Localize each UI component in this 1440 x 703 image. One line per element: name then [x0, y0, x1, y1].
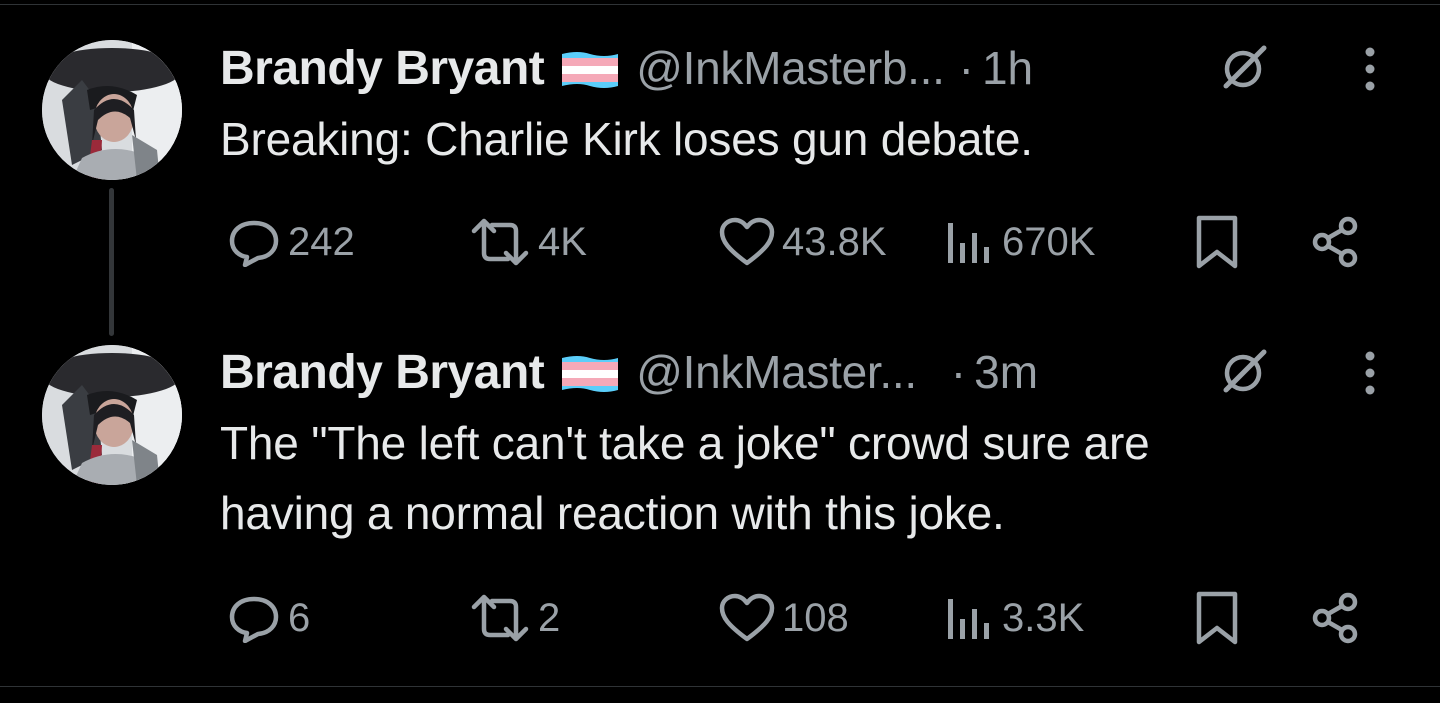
- more-vertical-icon[interactable]: [1360, 44, 1380, 94]
- like-count: 108: [782, 595, 849, 640]
- views-bar-icon: [948, 599, 989, 639]
- heart-icon: [719, 217, 775, 266]
- share-icon: [1312, 216, 1358, 268]
- timestamp[interactable]: 3m: [974, 345, 1038, 399]
- tweet-text-line: having a normal reaction with this joke.: [220, 487, 1005, 539]
- repost-icon: [471, 594, 529, 642]
- share-icon: [1312, 592, 1358, 644]
- top-divider: [0, 4, 1440, 5]
- like-button[interactable]: 108: [718, 588, 849, 648]
- reply-bubble-icon: [229, 596, 279, 643]
- transgender-flag-icon: [558, 50, 622, 90]
- bookmark-button[interactable]: [1194, 588, 1240, 648]
- grok-icon[interactable]: [1220, 346, 1270, 396]
- share-button[interactable]: [1310, 588, 1362, 648]
- tweet-text-line: Breaking: Charlie Kirk loses gun debate.: [220, 113, 1033, 165]
- tweet-actions: 6 2 108 3.3K: [0, 588, 1440, 648]
- display-name[interactable]: Brandy Bryant: [220, 345, 545, 400]
- reply-button[interactable]: 6: [226, 588, 310, 648]
- separator-dot: ·: [950, 346, 967, 398]
- view-count: 3.3K: [1002, 595, 1085, 640]
- views-bar-icon: [948, 223, 989, 263]
- reply-button[interactable]: 242: [226, 212, 355, 272]
- bookmark-button[interactable]: [1194, 212, 1240, 272]
- tweet-text-line: The "The left can't take a joke" crowd s…: [220, 417, 1150, 469]
- timestamp[interactable]: 1h: [982, 41, 1033, 95]
- bottom-divider: [0, 686, 1440, 687]
- view-count: 670K: [1002, 219, 1096, 264]
- display-name[interactable]: Brandy Bryant: [220, 41, 545, 96]
- tweet-header: Brandy Bryant @InkMasterb... · 1h: [220, 38, 1033, 98]
- share-button[interactable]: [1310, 212, 1362, 272]
- heart-icon: [719, 593, 775, 642]
- tweet-text: Breaking: Charlie Kirk loses gun debate.: [220, 104, 1033, 174]
- separator-dot: ·: [958, 42, 974, 94]
- repost-icon: [471, 218, 529, 266]
- tweet-text: The "The left can't take a joke" crowd s…: [220, 408, 1150, 548]
- repost-button[interactable]: 4K: [468, 212, 587, 272]
- tweet-header: Brandy Bryant @InkMaster... · 3m: [220, 342, 1038, 402]
- bookmark-icon: [1196, 215, 1238, 269]
- bookmark-icon: [1196, 591, 1238, 645]
- transgender-flag-icon: [558, 354, 622, 394]
- repost-count: 4K: [538, 219, 587, 264]
- tweet-actions: 242 4K 43.8K 670K: [0, 212, 1440, 272]
- repost-count: 2: [538, 595, 561, 640]
- repost-button[interactable]: 2: [468, 588, 560, 648]
- like-button[interactable]: 43.8K: [718, 212, 887, 272]
- grok-icon[interactable]: [1220, 42, 1270, 92]
- avatar[interactable]: [42, 345, 182, 485]
- like-count: 43.8K: [782, 219, 887, 264]
- reply-bubble-icon: [229, 220, 279, 267]
- reply-count: 242: [288, 219, 355, 264]
- reply-count: 6: [288, 595, 311, 640]
- user-handle[interactable]: @InkMasterb...: [636, 41, 945, 95]
- user-handle[interactable]: @InkMaster...: [636, 345, 917, 399]
- views-button[interactable]: 3.3K: [944, 588, 1084, 648]
- avatar[interactable]: [42, 40, 182, 180]
- views-button[interactable]: 670K: [944, 212, 1095, 272]
- more-vertical-icon[interactable]: [1360, 348, 1380, 398]
